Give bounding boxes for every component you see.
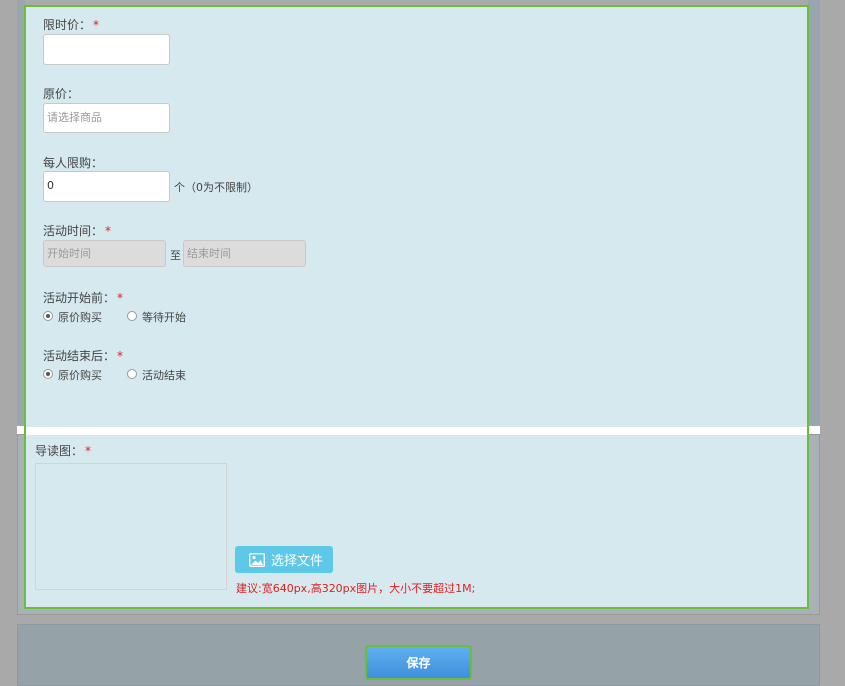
radio-after-original-price[interactable] bbox=[43, 369, 53, 379]
before-start-label: 活动开始前： * bbox=[43, 291, 124, 305]
form-section-divider bbox=[26, 427, 807, 435]
limit-per-person-label: 每人限购： bbox=[43, 156, 104, 170]
required-marker: * bbox=[117, 291, 124, 305]
end-time-input[interactable]: 结束时间 bbox=[183, 240, 306, 267]
original-price-input[interactable]: 请选择商品 bbox=[43, 103, 170, 133]
choose-file-button[interactable]: 选择文件 bbox=[235, 546, 333, 573]
radio-after-activity-end-label: 活动结束 bbox=[142, 369, 186, 382]
flash-price-input[interactable] bbox=[43, 34, 170, 65]
radio-before-original-price[interactable] bbox=[43, 311, 53, 321]
right-background-strip bbox=[808, 0, 820, 430]
limit-per-person-input[interactable]: 0 bbox=[43, 171, 170, 202]
required-marker: * bbox=[93, 18, 100, 32]
required-marker: * bbox=[105, 224, 112, 238]
activity-time-label: 活动时间： * bbox=[43, 224, 112, 238]
radio-after-original-price-label: 原价购买 bbox=[58, 369, 102, 382]
original-price-label: 原价： bbox=[43, 87, 80, 101]
required-marker: * bbox=[85, 444, 92, 458]
required-marker: * bbox=[117, 349, 124, 363]
start-time-input[interactable]: 开始时间 bbox=[43, 240, 166, 267]
cover-image-label: 导读图： * bbox=[35, 444, 92, 458]
time-range-separator: 至 bbox=[170, 249, 181, 262]
radio-before-original-price-label: 原价购买 bbox=[58, 311, 102, 324]
image-size-hint: 建议:宽640px,高320px图片，大小不要超过1M; bbox=[236, 582, 476, 595]
radio-before-wait-start[interactable] bbox=[127, 311, 137, 321]
limit-unit-hint: 个（0为不限制） bbox=[174, 181, 258, 194]
flash-price-label: 限时价： * bbox=[43, 18, 100, 32]
after-end-label: 活动结束后： * bbox=[43, 349, 124, 363]
choose-file-label: 选择文件 bbox=[271, 554, 324, 569]
radio-after-activity-end[interactable] bbox=[127, 369, 137, 379]
save-button[interactable]: 保存 bbox=[365, 645, 472, 680]
image-icon bbox=[249, 552, 265, 567]
image-preview-box bbox=[35, 463, 227, 590]
radio-before-wait-start-label: 等待开始 bbox=[142, 311, 186, 324]
